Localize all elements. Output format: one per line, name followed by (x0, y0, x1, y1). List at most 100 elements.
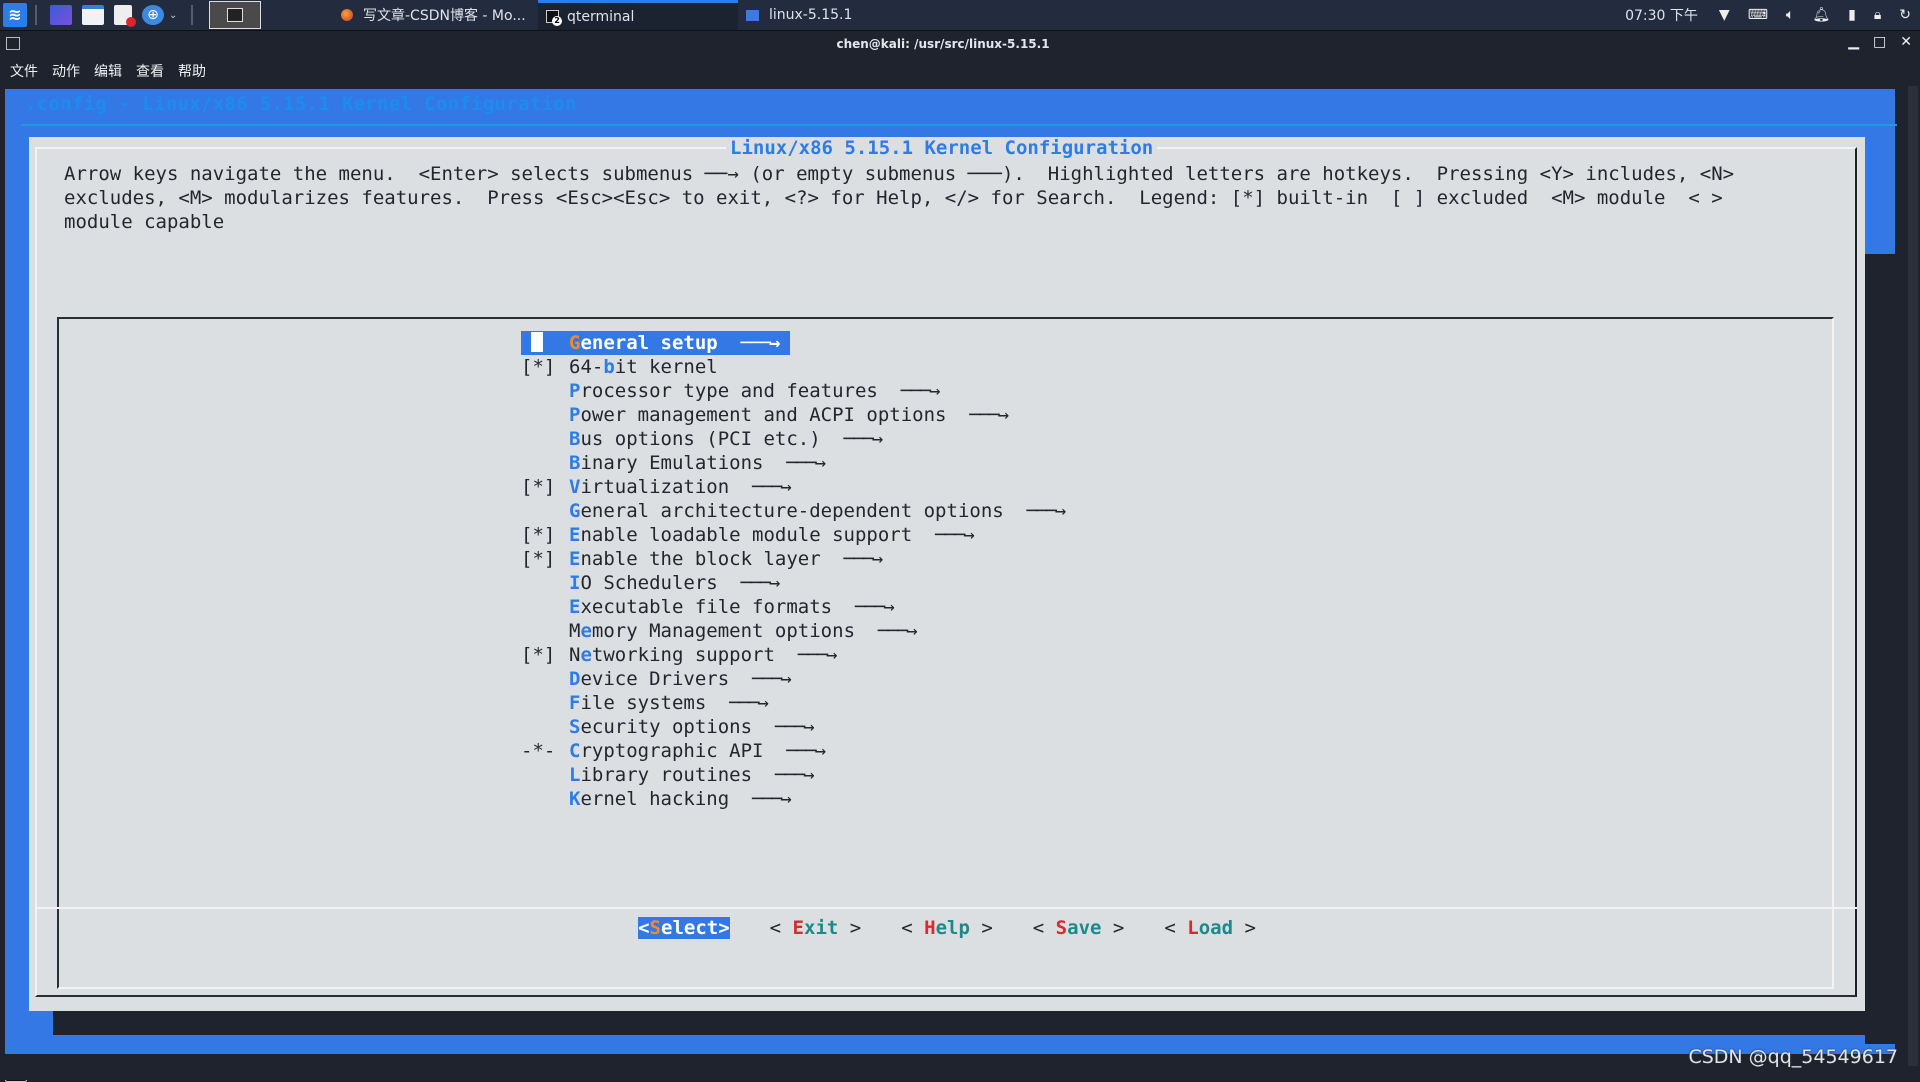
submenu-arrow-icon: ───→ (843, 548, 884, 570)
menu-item-label: nable the block layer (580, 548, 821, 570)
minimize-icon[interactable]: ▁ (1848, 34, 1859, 50)
task-label: 写文章-CSDN博客 - Mo... (363, 8, 526, 24)
firefox-icon (341, 9, 353, 21)
menu-item[interactable]: Bus options (PCI etc.) ───→ (521, 427, 1064, 451)
menu-item-label: ile systems (580, 692, 707, 714)
logout-icon[interactable]: ↻ (1899, 7, 1911, 23)
config-title: .config - Linux/x86 5.15.1 Kernel Config… (25, 93, 577, 115)
submenu-arrow-icon: ───→ (877, 620, 918, 642)
menu-item[interactable]: General setup ───→ (521, 331, 790, 355)
menu-item-label: rocessor type and features (580, 380, 878, 402)
submenu-arrow-icon: ───→ (855, 596, 895, 618)
menu-edit[interactable]: 编辑 (94, 61, 122, 81)
menu-action[interactable]: 动作 (52, 61, 80, 81)
menu-item[interactable]: Binary Emulations ───→ (521, 451, 1064, 475)
system-tray: 07:30 下午 ▼ ⌨ 🔈︎ 🔔︎ ▮ 🔒︎ ↻ (1625, 0, 1920, 30)
clock[interactable]: 07:30 下午 (1625, 5, 1698, 25)
menu-item[interactable]: Processor type and features ───→ (521, 379, 1064, 403)
window-titlebar: chen@kali: /usr/src/linux-5.15.1 ▁ □ ✕ (0, 31, 1920, 57)
menu-item[interactable]: [*] Virtualization ───→ (521, 475, 1064, 499)
button-exit[interactable]: < Exit > (770, 917, 862, 939)
menu-item[interactable]: Executable file formats ───→ (521, 595, 1064, 619)
menu-item-label: ecurity options (580, 716, 753, 738)
button-select[interactable]: <Select> (638, 917, 730, 939)
menu-view[interactable]: 查看 (136, 61, 164, 81)
menu-item-hotkey: F (569, 692, 581, 714)
menu-item[interactable]: Library routines ───→ (521, 763, 1064, 787)
menu-item[interactable]: [*] Enable the block layer ───→ (521, 547, 1064, 571)
button-hotkey: L (1187, 917, 1199, 939)
workspace-switcher[interactable] (209, 1, 262, 29)
button-label: oad (1198, 917, 1234, 939)
menu-item[interactable]: Device Drivers ───→ (521, 667, 1064, 691)
menu-item[interactable]: -*- Cryptographic API ───→ (521, 739, 1064, 763)
menu-item-hotkey: D (569, 668, 581, 690)
dialog-shadow (53, 1011, 1905, 1035)
menu-help[interactable]: 帮助 (178, 61, 206, 81)
lock-icon[interactable]: 🔒︎ (1874, 7, 1881, 23)
menu-item-label: inary Emulations (580, 452, 764, 474)
menu-item[interactable]: Memory Management options ───→ (521, 619, 1064, 643)
panel-separator (35, 5, 37, 25)
close-icon[interactable]: ✕ (1900, 34, 1912, 50)
show-desktop-icon[interactable] (50, 5, 72, 25)
volume-icon[interactable]: 🔈︎ (1786, 7, 1794, 23)
menu-item-label: 64- (569, 356, 604, 378)
menu-item-label: irtualization (580, 476, 730, 498)
battery-icon[interactable]: ▮ (1848, 7, 1856, 23)
terminal-scrollbar[interactable] (1908, 86, 1918, 1066)
menu-item[interactable]: General architecture-dependent options ─… (521, 499, 1067, 523)
menu-item-hotkey: B (569, 452, 581, 474)
bell-icon[interactable]: 🔔︎ (1812, 7, 1830, 23)
button-hotkey: E (792, 917, 804, 939)
terminal-area[interactable]: .config - Linux/x86 5.15.1 Kernel Config… (0, 86, 1905, 1080)
submenu-arrow-icon: ───→ (843, 428, 884, 450)
maximize-icon[interactable]: □ (1873, 34, 1886, 50)
menu-item[interactable]: [*] 64-bit kernel (521, 355, 1064, 379)
menu-item[interactable]: Security options ───→ (521, 715, 1064, 739)
menu-item[interactable]: [*] Networking support ───→ (521, 643, 1064, 667)
help-line: Arrow keys navigate the menu. <Enter> se… (64, 163, 1735, 185)
menu-item-label: xecutable file formats (580, 596, 833, 618)
config-title-underline (21, 124, 1897, 126)
submenu-arrow-icon: ───→ (752, 788, 792, 810)
menu-list: General setup ───→ [*] 64-bit kernel Proce… (521, 331, 1067, 811)
menu-item-state: [*] (521, 356, 556, 378)
submenu-arrow-icon: ───→ (774, 716, 815, 738)
menu-item-hotkey: G (569, 332, 581, 354)
menu-item[interactable]: Power management and ACPI options ───→ (521, 403, 1064, 427)
menu-item-hotkey: E (569, 596, 581, 618)
submenu-arrow-icon: ───→ (752, 476, 792, 498)
task-label: linux-5.15.1 (769, 7, 853, 23)
text-editor-icon[interactable] (114, 5, 136, 27)
button-separator (35, 907, 1857, 909)
button-save[interactable]: < Save > (1033, 917, 1125, 939)
chevron-down-icon[interactable]: ⌄ (169, 10, 177, 21)
wifi-icon[interactable]: ▼ (1719, 7, 1730, 23)
button-label: xit (804, 917, 839, 939)
button-load[interactable]: < Load > (1164, 917, 1256, 939)
menu-file[interactable]: 文件 (10, 61, 38, 81)
task-file-manager[interactable]: linux-5.15.1 (738, 0, 1018, 30)
button-label: ave (1067, 917, 1102, 939)
button-help[interactable]: < Help > (901, 917, 993, 939)
button-row: <Select> < Exit > < Help > < Save > < Load > (29, 917, 1865, 939)
menu-item[interactable]: IO Schedulers ───→ (521, 571, 1064, 595)
file-manager-icon[interactable] (82, 5, 104, 25)
menu-item-hotkey: S (569, 716, 581, 738)
menu-item-label: nable loadable module support (580, 524, 913, 546)
menu-item-hotkey: C (569, 740, 581, 762)
menu-item[interactable]: [*] Enable loadable module support ───→ (521, 523, 1064, 547)
menu-item[interactable]: File systems ───→ (521, 691, 1064, 715)
kali-menu-icon[interactable]: ≋ (3, 3, 27, 27)
submenu-arrow-icon: ───→ (1026, 500, 1067, 522)
menu-item-hotkey: K (569, 788, 581, 810)
keyboard-icon[interactable]: ⌨ (1748, 7, 1768, 23)
task-qterminal[interactable]: 2 qterminal (538, 0, 738, 30)
menu-item-hotkey: L (569, 764, 581, 786)
web-browser-icon[interactable]: ⊕ (142, 5, 164, 25)
menu-item-hotkey: V (569, 476, 581, 498)
top-panel: ≋ ⊕ $_ ⌄ 写文章-CSDN博客 - Mo... 2 qterminal … (0, 0, 1920, 1082)
menu-item[interactable]: Kernel hacking ───→ (521, 787, 1064, 811)
task-firefox[interactable]: 写文章-CSDN博客 - Mo... (333, 0, 538, 30)
